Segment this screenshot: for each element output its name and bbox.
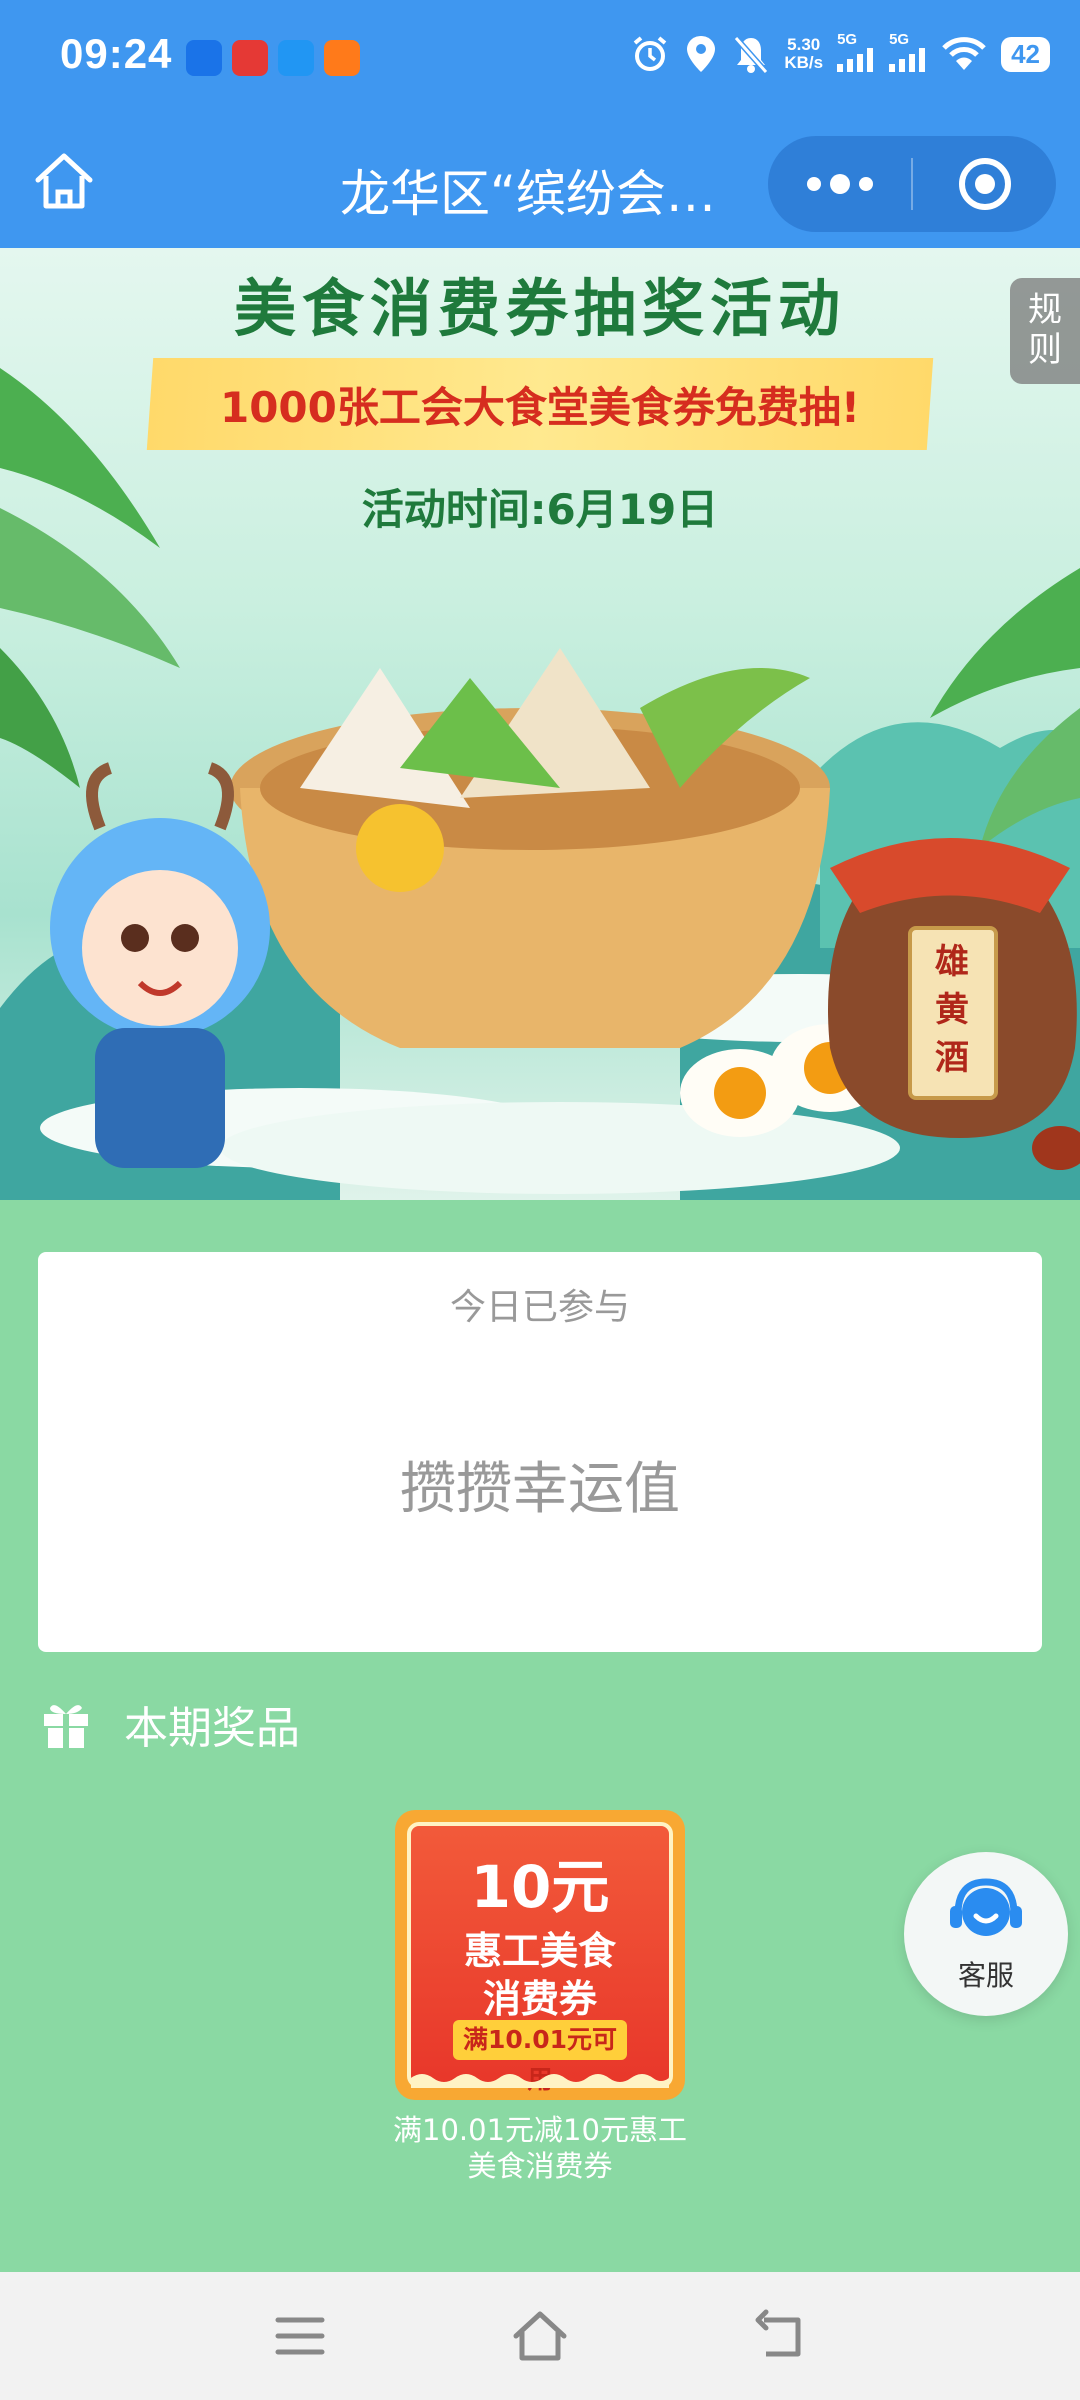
headset-icon	[950, 1878, 1022, 1936]
net-speed: 5.30 KB/s	[784, 36, 823, 72]
notification-icons	[186, 40, 360, 76]
prize-section-header: 本期奖品	[40, 1694, 300, 1754]
menu-icon[interactable]	[270, 2306, 330, 2366]
coupon-name-line2: 消费券	[482, 1977, 597, 2021]
sim2-label: 5G	[889, 31, 910, 48]
coupon-name-line1: 惠工美食	[463, 1929, 616, 1973]
mascot-body	[95, 1028, 225, 1168]
activity-banner: 美食消费券抽奖活动 1000张工会大食堂美食券免费抽! 活动时间:6月19日 雄…	[0, 248, 1080, 1200]
gather-luck-button[interactable]: 攒攒幸运值	[38, 1444, 1042, 1525]
back-icon[interactable]	[750, 2306, 810, 2366]
app-notification-icon	[186, 40, 222, 76]
bamboo-leaf	[0, 648, 80, 788]
prize-section-title: 本期奖品	[124, 1703, 300, 1754]
system-navigation-bar	[0, 2272, 1080, 2400]
home-icon[interactable]	[30, 148, 98, 216]
status-time: 09:24	[60, 30, 173, 77]
signal-sim2: 5G	[889, 32, 927, 76]
app-notification-icon	[324, 40, 360, 76]
more-dots-icon[interactable]	[768, 136, 912, 232]
salted-egg-yolk	[714, 1067, 766, 1119]
egg-yolk	[356, 804, 444, 892]
location-icon	[687, 36, 716, 72]
bamboo-leaf	[930, 568, 1080, 718]
customer-service-label: 客服	[957, 1959, 1014, 1992]
signal-icon	[889, 48, 926, 72]
home-nav-icon[interactable]	[510, 2306, 570, 2366]
prize-caption: 满10.01元减10元惠工美食消费券	[393, 2113, 687, 2183]
net-speed-unit: KB/s	[784, 53, 824, 72]
cloud	[220, 1102, 900, 1194]
app-notification-icon	[278, 40, 314, 76]
coupon-face: 10元 惠工美食 消费券 满10.01元可用	[407, 1822, 673, 2094]
mascot-eye	[121, 924, 149, 952]
mini-program-title-bar: 龙华区“缤纷会…	[0, 118, 1080, 248]
signal-icon	[837, 48, 874, 72]
banner-title: 美食消费券抽奖活动	[233, 272, 846, 345]
app-notification-icon	[232, 40, 268, 76]
status-bar: 09:24 5.30 KB/s 5G 5G 42	[0, 0, 1080, 118]
capsule-menu	[768, 136, 1056, 232]
customer-service-button[interactable]: 客服	[904, 1852, 1068, 2016]
banner-activity-time: 活动时间:6月19日	[361, 485, 719, 534]
coupon-amount: 10元	[470, 1853, 610, 1921]
alarm-icon	[634, 36, 667, 71]
wifi-icon	[942, 37, 986, 70]
coupon-scallop-edge	[411, 2074, 669, 2088]
wine-jar-label: 雄黄酒	[935, 942, 969, 1078]
target-close-icon[interactable]	[914, 136, 1056, 232]
mascot-face	[82, 870, 238, 1026]
capsule-divider	[911, 158, 913, 210]
coupon-condition: 满10.01元可用	[453, 2020, 627, 2094]
today-participated-label: 今日已参与	[449, 1287, 630, 1328]
net-speed-value: 5.30	[787, 35, 821, 54]
signal-sim1: 5G	[837, 32, 875, 76]
mascot-horn	[207, 762, 234, 831]
page-title: 龙华区“缤纷会…	[340, 165, 716, 223]
rules-tab[interactable]: 规则	[1010, 278, 1080, 384]
mascot-horn	[86, 762, 113, 831]
sim1-label: 5G	[837, 31, 858, 48]
status-right: 5.30 KB/s 5G 5G 42	[630, 32, 1050, 76]
banner-subtitle: 1000张工会大食堂美食券免费抽!	[219, 383, 861, 432]
gift-icon	[44, 1705, 88, 1748]
battery-indicator: 42	[1001, 36, 1050, 72]
mascot-eye	[171, 924, 199, 952]
participation-card: 今日已参与 攒攒幸运值	[38, 1252, 1042, 1652]
prize-coupon-card[interactable]: 10元 惠工美食 消费券 满10.01元可用	[395, 1810, 685, 2100]
mute-icon	[734, 36, 769, 74]
